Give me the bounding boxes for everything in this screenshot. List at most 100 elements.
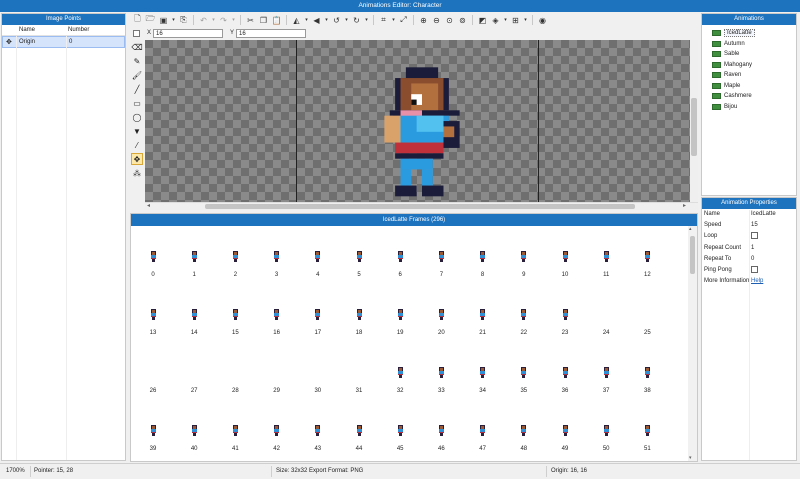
- zoom-fit-icon[interactable]: ⊙: [444, 15, 455, 26]
- y-input[interactable]: 16: [236, 29, 306, 38]
- fill-bucket-icon[interactable]: ▼: [131, 125, 143, 137]
- help-link[interactable]: Help: [751, 278, 763, 284]
- frame-thumbnail[interactable]: 7: [429, 251, 453, 291]
- save-icon[interactable]: ▣: [158, 15, 169, 26]
- frame-thumbnail[interactable]: 45: [388, 425, 412, 465]
- frame-thumbnail[interactable]: 8: [471, 251, 495, 291]
- layers-icon[interactable]: ◈: [490, 15, 501, 26]
- frame-thumbnail[interactable]: 2: [223, 251, 247, 291]
- scroll-thumb[interactable]: [691, 98, 697, 156]
- line-icon[interactable]: ╱: [131, 83, 143, 95]
- undo-icon[interactable]: ↶: [198, 15, 209, 26]
- ellipse-icon[interactable]: ◯: [131, 111, 143, 123]
- dropdown-icon[interactable]: ▾: [344, 15, 349, 26]
- frame-thumbnail[interactable]: 46: [429, 425, 453, 465]
- frame-thumbnail[interactable]: 44: [347, 425, 371, 465]
- frame-thumbnail[interactable]: 10: [553, 251, 577, 291]
- scroll-right-icon[interactable]: ▸: [683, 202, 686, 209]
- dropdown-icon[interactable]: ▾: [391, 15, 396, 26]
- frame-thumbnail[interactable]: 1: [182, 251, 206, 291]
- dropdown-icon[interactable]: ▾: [364, 15, 369, 26]
- paste-icon[interactable]: 📋: [271, 15, 282, 26]
- resize-icon[interactable]: ⤢: [398, 15, 409, 26]
- frame-thumbnail[interactable]: 36: [553, 367, 577, 407]
- flip-vertical-icon[interactable]: ◀: [311, 15, 322, 26]
- cut-icon[interactable]: ✂: [245, 15, 256, 26]
- prop-repeat-count-value[interactable]: 1: [751, 245, 754, 251]
- animation-item[interactable]: Cashmere: [702, 91, 796, 102]
- flip-horizontal-icon[interactable]: ◭: [291, 15, 302, 26]
- frame-thumbnail[interactable]: 21: [471, 309, 495, 349]
- canvas-horizontal-scrollbar[interactable]: ◂ ▸: [145, 202, 698, 210]
- frame-thumbnail[interactable]: 51: [635, 425, 659, 465]
- dropdown-icon[interactable]: ▾: [171, 15, 176, 26]
- scroll-thumb[interactable]: [690, 236, 695, 274]
- frame-thumbnail[interactable]: 11: [594, 251, 618, 291]
- frame-thumbnail[interactable]: 29: [265, 367, 289, 407]
- dropdown-icon[interactable]: ▾: [231, 15, 236, 26]
- frame-thumbnail[interactable]: 12: [635, 251, 659, 291]
- frame-thumbnail[interactable]: 5: [347, 251, 371, 291]
- frame-thumbnail[interactable]: 28: [223, 367, 247, 407]
- snap-checkbox[interactable]: [133, 30, 140, 37]
- scroll-down-icon[interactable]: ▾: [689, 455, 692, 461]
- prop-name-value[interactable]: IcedLatte: [751, 211, 776, 217]
- frame-thumbnail[interactable]: 37: [594, 367, 618, 407]
- copy-icon[interactable]: ❐: [258, 15, 269, 26]
- frame-thumbnail[interactable]: 26: [141, 367, 165, 407]
- prop-speed-value[interactable]: 15: [751, 222, 758, 228]
- animation-item[interactable]: IcedLatte: [702, 28, 796, 39]
- export-icon[interactable]: ⎘: [178, 15, 189, 26]
- frame-thumbnail[interactable]: 43: [306, 425, 330, 465]
- animation-item[interactable]: Autumn: [702, 39, 796, 50]
- frame-thumbnail[interactable]: 49: [553, 425, 577, 465]
- frame-thumbnail[interactable]: 13: [141, 309, 165, 349]
- frame-thumbnail[interactable]: 32: [388, 367, 412, 407]
- image-point-icon[interactable]: ✥: [131, 153, 143, 165]
- frames-vertical-scrollbar[interactable]: ▴ ▾: [688, 226, 697, 461]
- crop-icon[interactable]: ⌗: [378, 15, 389, 26]
- scroll-left-icon[interactable]: ◂: [147, 202, 150, 209]
- zoom-out-icon[interactable]: ⊖: [431, 15, 442, 26]
- dropdown-icon[interactable]: ▾: [503, 15, 508, 26]
- color-mode-icon[interactable]: ◩: [477, 15, 488, 26]
- brush-icon[interactable]: 🖌: [131, 69, 143, 81]
- eraser-icon[interactable]: ⌫: [131, 41, 143, 53]
- node-icon[interactable]: ⁂: [131, 167, 143, 179]
- new-file-icon[interactable]: 🗋: [132, 14, 143, 26]
- dropdown-icon[interactable]: ▾: [211, 15, 216, 26]
- frame-thumbnail[interactable]: 31: [347, 367, 371, 407]
- frame-thumbnail[interactable]: 17: [306, 309, 330, 349]
- sprite-canvas[interactable]: [145, 40, 698, 202]
- frame-thumbnail[interactable]: 30: [306, 367, 330, 407]
- frame-thumbnail[interactable]: 34: [471, 367, 495, 407]
- rectangle-icon[interactable]: ▭: [131, 97, 143, 109]
- frame-thumbnail[interactable]: 9: [512, 251, 536, 291]
- frame-thumbnail[interactable]: 40: [182, 425, 206, 465]
- frame-thumbnail[interactable]: 47: [471, 425, 495, 465]
- frame-thumbnail[interactable]: 3: [265, 251, 289, 291]
- loop-checkbox[interactable]: [751, 232, 758, 240]
- eyedropper-icon[interactable]: ⁄: [131, 139, 143, 151]
- frame-thumbnail[interactable]: 25: [635, 309, 659, 349]
- grid-icon[interactable]: ⊞: [510, 15, 521, 26]
- frame-thumbnail[interactable]: 16: [265, 309, 289, 349]
- frame-thumbnail[interactable]: 42: [265, 425, 289, 465]
- animation-item[interactable]: Bijou: [702, 102, 796, 113]
- dropdown-icon[interactable]: ▾: [523, 15, 528, 26]
- zoom-in-icon[interactable]: ⊕: [418, 15, 429, 26]
- frame-thumbnail[interactable]: 22: [512, 309, 536, 349]
- frame-thumbnail[interactable]: 20: [429, 309, 453, 349]
- frame-thumbnail[interactable]: 4: [306, 251, 330, 291]
- frame-thumbnail[interactable]: 35: [512, 367, 536, 407]
- dropdown-icon[interactable]: ▾: [304, 15, 309, 26]
- frame-thumbnail[interactable]: 0: [141, 251, 165, 291]
- open-folder-icon[interactable]: 🗁: [145, 14, 156, 26]
- animation-item[interactable]: Mahogany: [702, 60, 796, 71]
- ping-pong-checkbox[interactable]: [751, 265, 758, 273]
- canvas-vertical-scrollbar[interactable]: [690, 40, 698, 202]
- frame-thumbnail[interactable]: 27: [182, 367, 206, 407]
- frame-thumbnail[interactable]: 14: [182, 309, 206, 349]
- rotate-left-icon[interactable]: ↺: [331, 15, 342, 26]
- scroll-up-icon[interactable]: ▴: [689, 226, 692, 232]
